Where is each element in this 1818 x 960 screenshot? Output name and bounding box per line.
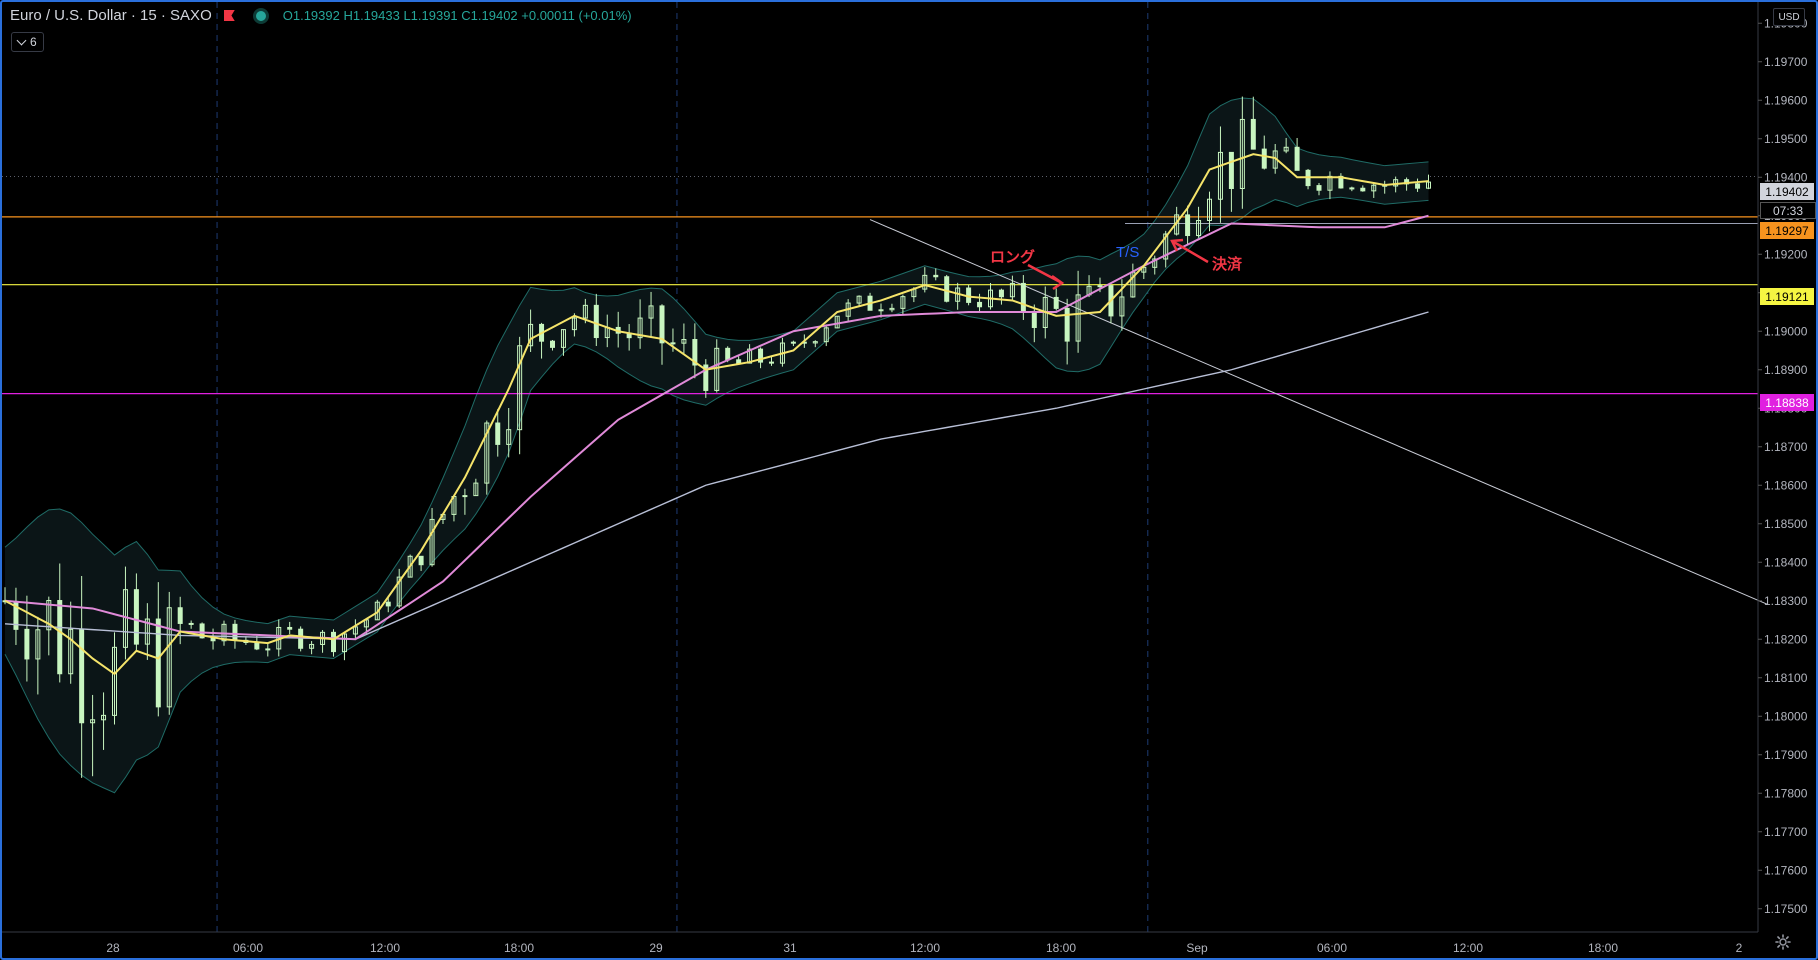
chevron-down-icon xyxy=(16,35,27,46)
yellow-level-tag: 1.19121 xyxy=(1760,288,1814,305)
indicator-count: 6 xyxy=(30,35,37,49)
orange-level-tag: 1.19297 xyxy=(1760,222,1814,239)
gear-icon[interactable] xyxy=(1775,934,1791,950)
chart-frame xyxy=(0,0,1818,960)
symbol-title[interactable]: Euro / U.S. Dollar · 15 · SAXO xyxy=(10,7,212,24)
symbol-legend: Euro / U.S. Dollar · 15 · SAXO O1.19392 … xyxy=(10,7,632,24)
market-status-icon xyxy=(252,7,269,24)
flag-icon[interactable] xyxy=(223,10,235,21)
magenta-level-tag: 1.18838 xyxy=(1760,394,1814,411)
last-price-tag: 1.19402 xyxy=(1760,183,1814,200)
ohlc-values: O1.19392 H1.19433 L1.19391 C1.19402 +0.0… xyxy=(282,8,632,23)
candle-countdown: 07:33 xyxy=(1760,202,1816,219)
indicators-toggle-button[interactable]: 6 xyxy=(11,32,44,52)
currency-badge[interactable]: USD xyxy=(1773,8,1805,26)
